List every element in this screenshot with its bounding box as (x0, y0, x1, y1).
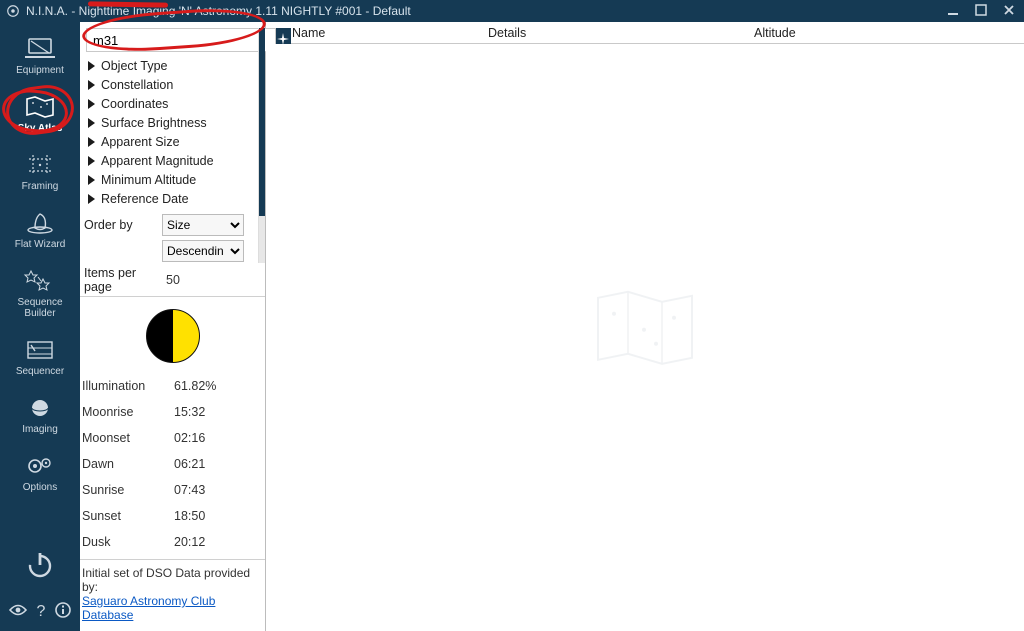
column-header-name[interactable]: Name (292, 26, 488, 40)
credits-text: Initial set of DSO Data provided by: (82, 566, 250, 594)
filter-minimum-altitude[interactable]: Minimum Altitude (84, 170, 261, 189)
app-icon (6, 4, 20, 18)
sidebar-item-framing[interactable]: Framing (6, 146, 74, 200)
sequencer-icon (23, 337, 57, 363)
sidebar-item-flat-wizard[interactable]: Flat Wizard (6, 204, 74, 258)
items-per-page-value[interactable]: 50 (162, 273, 180, 287)
sidebar-item-label: Sky Atlas (18, 123, 63, 134)
sunrise-label: Sunrise (82, 483, 174, 497)
window-titlebar: N.I.N.A. - Nighttime Imaging 'N' Astrono… (0, 0, 1024, 22)
chevron-right-icon (88, 194, 95, 204)
sidebar-item-equipment[interactable]: Equipment (6, 30, 74, 84)
sidebar-item-options[interactable]: Options (6, 447, 74, 501)
credits-link[interactable]: Saguaro Astronomy Club Database (82, 594, 215, 622)
filter-reference-date[interactable]: Reference Date (84, 189, 261, 208)
order-direction-select[interactable]: Descendin (162, 240, 244, 262)
sidebar-item-sequencer[interactable]: Sequencer (6, 331, 74, 385)
results-panel: Name Details Altitude (266, 22, 1024, 631)
window-close-button[interactable] (1000, 4, 1018, 19)
map-watermark-icon (590, 285, 700, 372)
filter-coordinates[interactable]: Coordinates (84, 94, 261, 113)
moonrise-value: 15:32 (174, 405, 205, 419)
scrollbar[interactable] (258, 28, 265, 263)
chevron-right-icon (88, 61, 95, 71)
help-icon[interactable]: ? (37, 603, 46, 621)
illumination-value: 61.82% (174, 379, 216, 393)
column-header-altitude[interactable]: Altitude (754, 26, 1024, 40)
planet-icon (23, 395, 57, 421)
results-header: Name Details Altitude (266, 22, 1024, 44)
illumination-label: Illumination (82, 379, 174, 393)
sidebar: Equipment Sky Atlas Framing Flat Wizard (0, 22, 80, 631)
search-input[interactable] (86, 28, 276, 52)
window-maximize-button[interactable] (972, 4, 990, 19)
moon-info-block: Illumination61.82% Moonrise15:32 Moonset… (80, 296, 265, 559)
filter-apparent-magnitude[interactable]: Apparent Magnitude (84, 151, 261, 170)
chevron-right-icon (88, 156, 95, 166)
dusk-value: 20:12 (174, 535, 205, 549)
power-button[interactable] (17, 542, 63, 588)
map-icon (23, 94, 57, 120)
chevron-right-icon (88, 175, 95, 185)
items-per-page-label: Items per page (84, 266, 162, 294)
sidebar-item-label: Framing (22, 181, 59, 192)
sidebar-item-label: Equipment (16, 65, 64, 76)
order-by-select[interactable]: Size (162, 214, 244, 236)
sunset-label: Sunset (82, 509, 174, 523)
laptop-icon (23, 36, 57, 62)
window-minimize-button[interactable] (944, 4, 962, 19)
chevron-right-icon (88, 137, 95, 147)
sidebar-item-label: Flat Wizard (15, 239, 66, 250)
window-title: N.I.N.A. - Nighttime Imaging 'N' Astrono… (26, 4, 944, 18)
search-panel: Object Type Constellation Coordinates Su… (80, 22, 266, 631)
credits-block: Initial set of DSO Data provided by: Sag… (80, 559, 265, 631)
sidebar-item-imaging[interactable]: Imaging (6, 389, 74, 443)
sidebar-item-label: Sequencer (16, 366, 64, 377)
results-body (266, 44, 1024, 631)
sunset-value: 18:50 (174, 509, 205, 523)
dawn-value: 06:21 (174, 457, 205, 471)
sidebar-item-label: Options (23, 482, 57, 493)
moonset-value: 02:16 (174, 431, 205, 445)
chevron-right-icon (88, 80, 95, 90)
dawn-label: Dawn (82, 457, 174, 471)
gear-icon (23, 453, 57, 479)
star-sequence-icon (23, 268, 57, 294)
info-icon[interactable] (55, 602, 71, 621)
chevron-right-icon (88, 118, 95, 128)
filter-list: Object Type Constellation Coordinates Su… (80, 56, 265, 212)
sidebar-item-label: Imaging (22, 424, 58, 435)
dusk-label: Dusk (82, 535, 174, 549)
column-header-details[interactable]: Details (488, 26, 754, 40)
chevron-right-icon (88, 99, 95, 109)
sidebar-item-sky-atlas[interactable]: Sky Atlas (6, 88, 74, 142)
eye-icon[interactable] (9, 603, 27, 620)
filter-constellation[interactable]: Constellation (84, 75, 261, 94)
moonset-label: Moonset (82, 431, 174, 445)
filter-surface-brightness[interactable]: Surface Brightness (84, 113, 261, 132)
wizard-hat-icon (23, 210, 57, 236)
filter-apparent-size[interactable]: Apparent Size (84, 132, 261, 151)
moonrise-label: Moonrise (82, 405, 174, 419)
moon-phase-icon (146, 309, 200, 363)
sidebar-item-sequence-builder[interactable]: Sequence Builder (6, 262, 74, 327)
order-by-label: Order by (84, 218, 162, 232)
filter-object-type[interactable]: Object Type (84, 56, 261, 75)
framing-icon (23, 152, 57, 178)
sunrise-value: 07:43 (174, 483, 205, 497)
sidebar-item-label: Sequence Builder (6, 297, 74, 319)
